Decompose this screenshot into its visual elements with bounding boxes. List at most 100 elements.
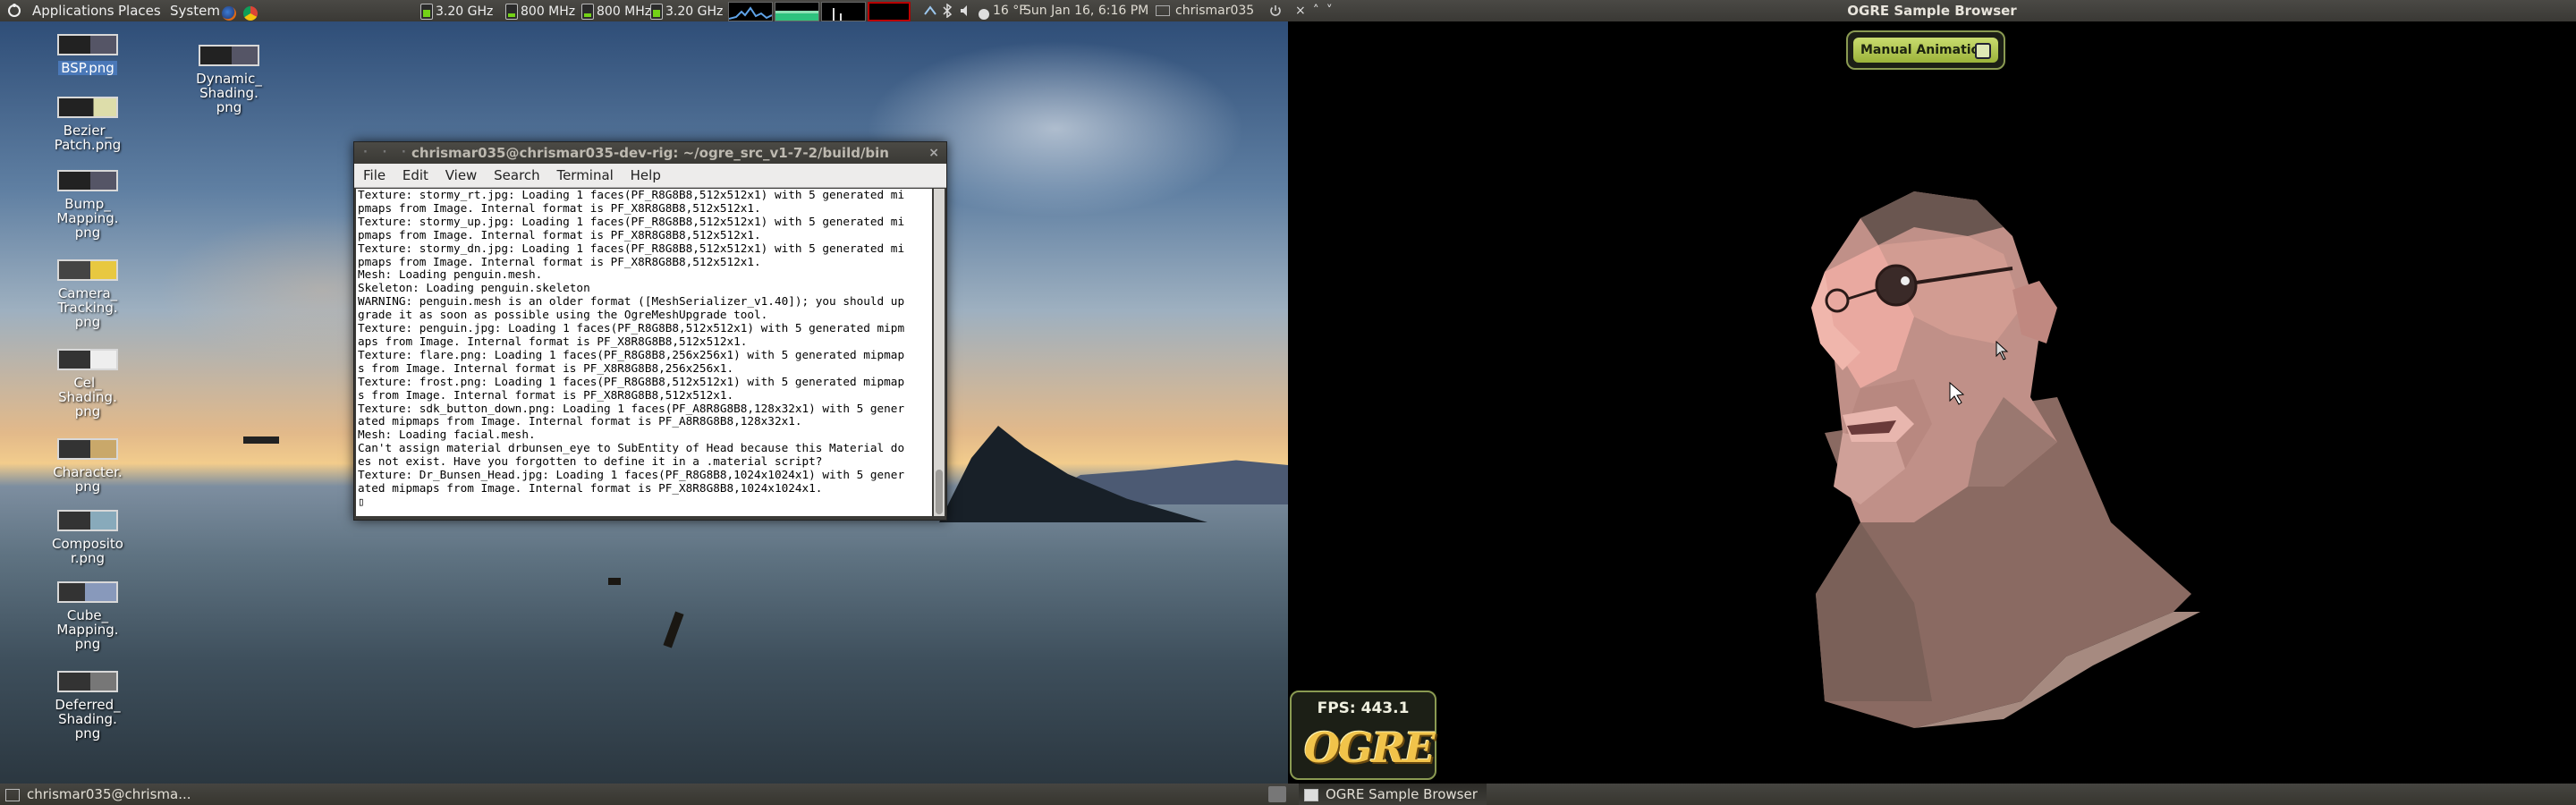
cpu-graph[interactable]: [728, 2, 773, 21]
menu-view[interactable]: View: [445, 167, 478, 183]
close-icon[interactable]: ×: [928, 142, 939, 164]
cpu-freq-3[interactable]: 800 MHz: [581, 3, 651, 20]
menu-help[interactable]: Help: [631, 167, 661, 183]
network-graph[interactable]: [821, 2, 866, 21]
terminal-icon: [5, 788, 20, 801]
terminal-line: Texture: Dr_Bunsen_Head.jpg: Loading 1 f…: [358, 468, 905, 482]
desktop-icon[interactable]: Cube_ Mapping. png: [43, 581, 132, 651]
desktop-icon[interactable]: Character. png: [43, 438, 132, 494]
terminal-output[interactable]: Texture: stormy_rt.jpg: Loading 1 faces(…: [356, 189, 932, 516]
ubuntu-logo-icon[interactable]: [7, 0, 21, 21]
image-thumbnail-icon: [57, 671, 118, 692]
terminal-line: pmaps from Image. Internal format is PF_…: [358, 227, 761, 242]
desktop-icon-label: BSP.png: [58, 61, 117, 75]
bluetooth-icon[interactable]: [941, 0, 953, 21]
desktop-icon[interactable]: Cel_ Shading. png: [43, 349, 132, 419]
image-thumbnail-icon: [57, 34, 118, 55]
power-icon[interactable]: [1268, 0, 1283, 21]
load-graph[interactable]: [868, 2, 911, 21]
menu-edit[interactable]: Edit: [402, 167, 428, 183]
desktop-icon[interactable]: Camera_ Tracking. png: [43, 259, 132, 329]
image-thumbnail-icon: [57, 349, 118, 370]
menu-search[interactable]: Search: [494, 167, 540, 183]
cpu-freq-4[interactable]: 3.20 GHz: [650, 3, 723, 20]
terminal-line: Can't assign material drbunsen_eye to Su…: [358, 441, 905, 455]
network-icon[interactable]: [923, 0, 937, 21]
terminal-line: Mesh: Loading facial.mesh.: [358, 428, 536, 442]
weather-temp[interactable]: 16 °F: [993, 0, 1026, 21]
volume-icon[interactable]: [959, 0, 973, 21]
desktop-icon-label: Cube_ Mapping. png: [56, 607, 119, 652]
manual-animation-checkbox[interactable]: Manual Animation: [1853, 38, 1998, 63]
firefox-icon[interactable]: [222, 0, 236, 21]
taskbar-ogre[interactable]: OGRE Sample Browser: [1299, 784, 1487, 805]
cpu-icon: [581, 3, 594, 20]
terminal-line: ated mipmaps from Image. Internal format…: [358, 414, 802, 428]
task-label: OGRE Sample Browser: [1326, 786, 1478, 802]
cpu-freq-1[interactable]: 3.20 GHz: [420, 3, 493, 20]
task-label: chrismar035@chrisma...: [27, 786, 191, 802]
image-thumbnail-icon: [57, 170, 118, 191]
desktop-icon[interactable]: Deferred_ Shading. png: [43, 671, 132, 741]
desktop-icon-label: Camera_ Tracking. png: [57, 285, 118, 330]
menu-terminal[interactable]: Terminal: [556, 167, 613, 183]
terminal-window[interactable]: · · · chrismar035@chrismar035-dev-rig: ~…: [353, 141, 947, 521]
image-thumbnail-icon: [57, 259, 118, 281]
terminal-line: ated mipmaps from Image. Internal format…: [358, 480, 823, 495]
image-thumbnail-icon: [57, 438, 118, 460]
rock-silhouette: [243, 436, 279, 444]
top-panel: Applications Places System 3.20 GHz 800 …: [0, 0, 1288, 21]
facial-model[interactable]: [1288, 21, 2576, 784]
terminal-scrollbar[interactable]: [934, 189, 945, 516]
desktop-icon[interactable]: BSP.png: [43, 34, 132, 76]
scrollbar-thumb[interactable]: [936, 470, 943, 514]
cpu-icon: [420, 3, 433, 20]
clock[interactable]: Sun Jan 16, 6:16 PM: [1023, 0, 1148, 21]
terminal-line: pmaps from Image. Internal format is PF_…: [358, 254, 761, 268]
fps-panel: FPS: 443.1 OGRE: [1290, 691, 1436, 780]
terminal-line: es not exist. Have you forgotten to defi…: [358, 454, 823, 469]
desktop-icon[interactable]: Composito r.png: [43, 510, 132, 565]
cpu-freq-2[interactable]: 800 MHz: [505, 3, 575, 20]
menu-file[interactable]: File: [363, 167, 386, 183]
terminal-line: grade it as soon as possible using the O…: [358, 308, 768, 322]
desktop-icon[interactable]: Dynamic_ Shading. png: [184, 45, 274, 114]
terminal-line: s from Image. Internal format is PF_X8R8…: [358, 360, 734, 375]
window-buttons[interactable]: · · ·: [363, 142, 411, 164]
terminal-line: Mesh: Loading penguin.mesh.: [358, 267, 543, 282]
terminal-line: Texture: sdk_button_down.png: Loading 1 …: [358, 401, 905, 415]
terminal-line: pmaps from Image. Internal format is PF_…: [358, 200, 761, 215]
cpu-icon: [505, 3, 518, 20]
checkbox-icon[interactable]: [1975, 43, 1991, 59]
desktop-icon-label: Bezier_ Patch.png: [54, 123, 122, 153]
ogre-render-view[interactable]: Manual Animation FPS: 443.1 OGRE: [1288, 21, 2576, 784]
terminal-line: aps from Image. Internal format is PF_X8…: [358, 334, 748, 348]
ogre-titlebar[interactable]: ×˄˅ OGRE Sample Browser: [1288, 0, 2576, 21]
chrome-icon[interactable]: [243, 0, 258, 21]
desktop-icon[interactable]: Bezier_ Patch.png: [43, 97, 132, 152]
rock-silhouette: [663, 611, 684, 648]
desktop-icon[interactable]: Bump_ Mapping. png: [43, 170, 132, 240]
menu-places[interactable]: Places: [118, 0, 161, 21]
menu-system[interactable]: System: [170, 0, 220, 21]
mail-icon[interactable]: [1156, 0, 1170, 21]
user-name[interactable]: chrismar035: [1175, 0, 1254, 21]
memory-graph[interactable]: [775, 2, 819, 21]
terminal-titlebar[interactable]: · · · chrismar035@chrismar035-dev-rig: ~…: [354, 142, 946, 164]
manual-animation-label: Manual Animation: [1860, 43, 1989, 57]
show-desktop-icon[interactable]: [1268, 786, 1286, 802]
desktop-icon-label: Cel_ Shading. png: [58, 375, 117, 419]
terminal-menubar: File Edit View Search Terminal Help: [354, 164, 946, 188]
weather-icon[interactable]: [979, 0, 989, 21]
fps-readout: FPS: 443.1: [1317, 699, 1410, 717]
cpu-icon: [650, 3, 663, 20]
terminal-line: Texture: flare.png: Loading 1 faces(PF_R…: [358, 347, 905, 361]
menu-applications[interactable]: Applications: [32, 0, 114, 21]
window-icon: [1304, 788, 1318, 801]
terminal-line: Texture: stormy_rt.jpg: Loading 1 faces(…: [358, 189, 905, 201]
manual-animation-panel: Manual Animation: [1846, 30, 2005, 70]
taskbar-terminal[interactable]: chrismar035@chrisma...: [0, 784, 200, 805]
ogre-logo: OGRE: [1304, 724, 1436, 772]
terminal-line: s from Image. Internal format is PF_X8R8…: [358, 387, 734, 402]
terminal-line: Texture: frost.png: Loading 1 faces(PF_R…: [358, 374, 905, 388]
